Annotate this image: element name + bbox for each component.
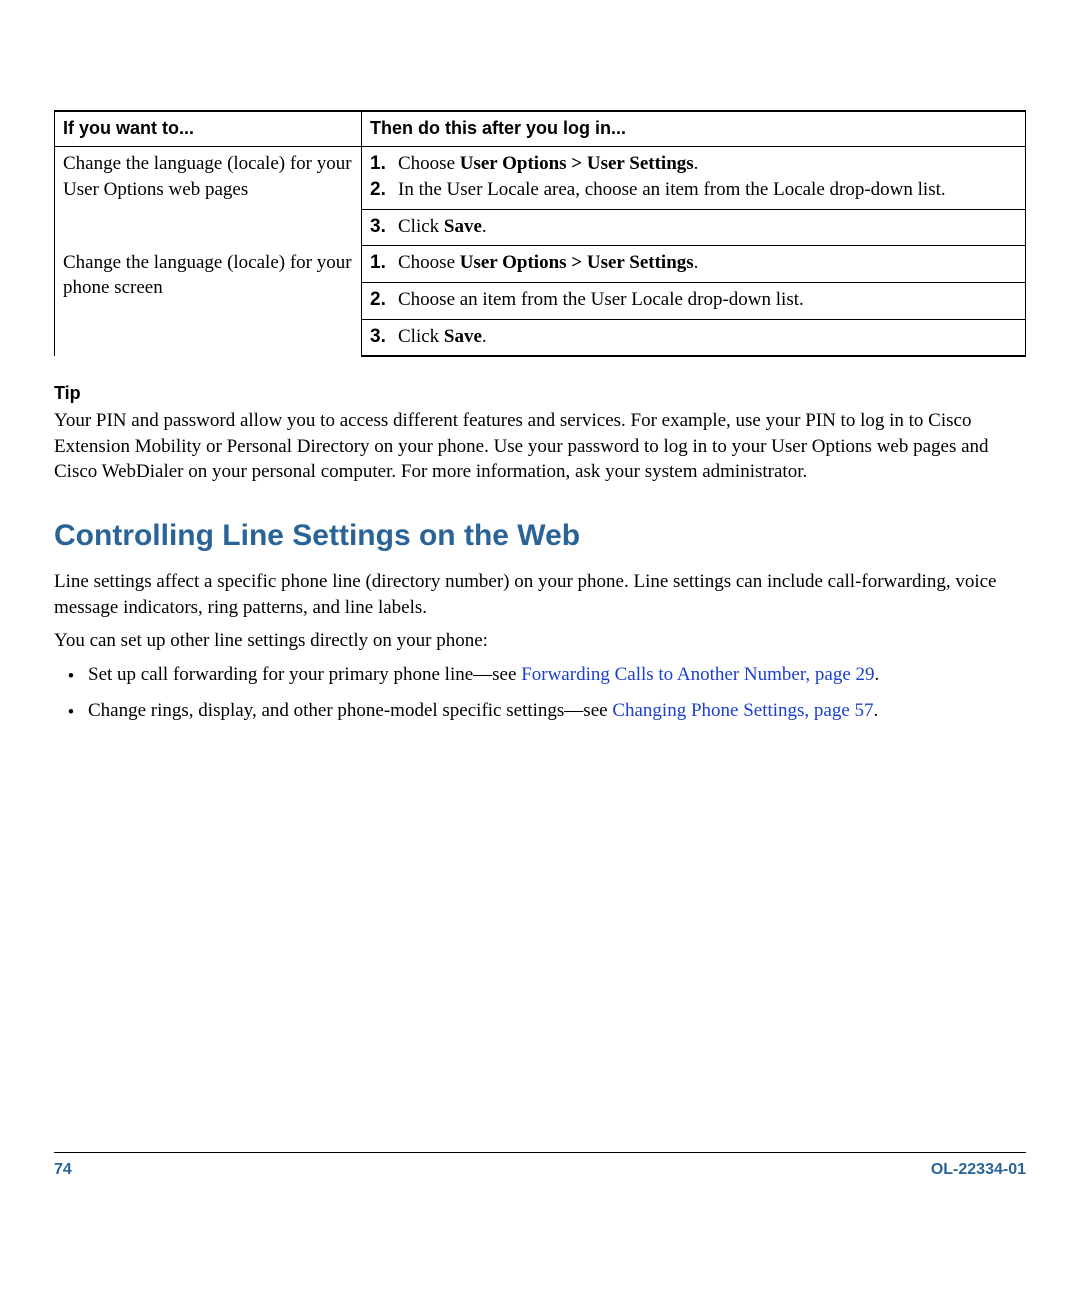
doc-id: OL-22334-01 [931, 1161, 1026, 1179]
step-num: 3. [370, 214, 392, 240]
row2-step2: 2. Choose an item from the User Locale d… [362, 282, 1026, 319]
step-num: 1. [370, 151, 392, 177]
bullet-list: • Set up call forwarding for your primar… [54, 662, 1026, 725]
row1-left: Change the language (locale) for your Us… [55, 147, 362, 246]
list-item-text: Change rings, display, and other phone-m… [88, 698, 1026, 726]
row1-step1: 1. Choose User Options > User Settings. … [362, 147, 1026, 209]
step-text: Click Save. [392, 324, 1017, 350]
procedure-table: If you want to... Then do this after you… [54, 110, 1026, 357]
row2-step1: 1. Choose User Options > User Settings. [362, 246, 1026, 283]
page-number: 74 [54, 1161, 72, 1179]
step-num: 3. [370, 324, 392, 350]
list-item-text: Set up call forwarding for your primary … [88, 662, 1026, 690]
step-num: 2. [370, 177, 392, 203]
bullet-icon: • [54, 698, 88, 726]
bullet-icon: • [54, 662, 88, 690]
paragraph: You can set up other line settings direc… [54, 628, 1026, 654]
footer: 74 OL-22334-01 [54, 1151, 1026, 1179]
step-text: Choose User Options > User Settings. [392, 250, 1017, 276]
row1-step3: 3. Click Save. [362, 209, 1026, 246]
step-text: Choose User Options > User Settings. [392, 151, 1017, 177]
table-row: Change the language (locale) for your Us… [55, 147, 1026, 209]
table-header-right: Then do this after you log in... [362, 111, 1026, 147]
tip-body: Your PIN and password allow you to acces… [54, 408, 1026, 485]
paragraph: Line settings affect a specific phone li… [54, 569, 1026, 620]
row2-left: Change the language (locale) for your ph… [55, 246, 362, 356]
list-item: • Change rings, display, and other phone… [54, 698, 1026, 726]
row2-step3: 3. Click Save. [362, 319, 1026, 356]
step-text: Click Save. [392, 214, 1017, 240]
list-item: • Set up call forwarding for your primar… [54, 662, 1026, 690]
table-header-left: If you want to... [55, 111, 362, 147]
table-header-row: If you want to... Then do this after you… [55, 111, 1026, 147]
section-heading: Controlling Line Settings on the Web [54, 519, 1026, 553]
step-num: 1. [370, 250, 392, 276]
step-text: Choose an item from the User Locale drop… [392, 287, 1017, 313]
table-row: Change the language (locale) for your ph… [55, 246, 1026, 283]
tip-heading: Tip [54, 383, 1026, 404]
step-text: In the User Locale area, choose an item … [392, 177, 1017, 203]
xref-link[interactable]: Forwarding Calls to Another Number, page… [521, 664, 874, 685]
page: If you want to... Then do this after you… [0, 0, 1080, 1311]
xref-link[interactable]: Changing Phone Settings, page 57 [612, 700, 873, 721]
step-num: 2. [370, 287, 392, 313]
